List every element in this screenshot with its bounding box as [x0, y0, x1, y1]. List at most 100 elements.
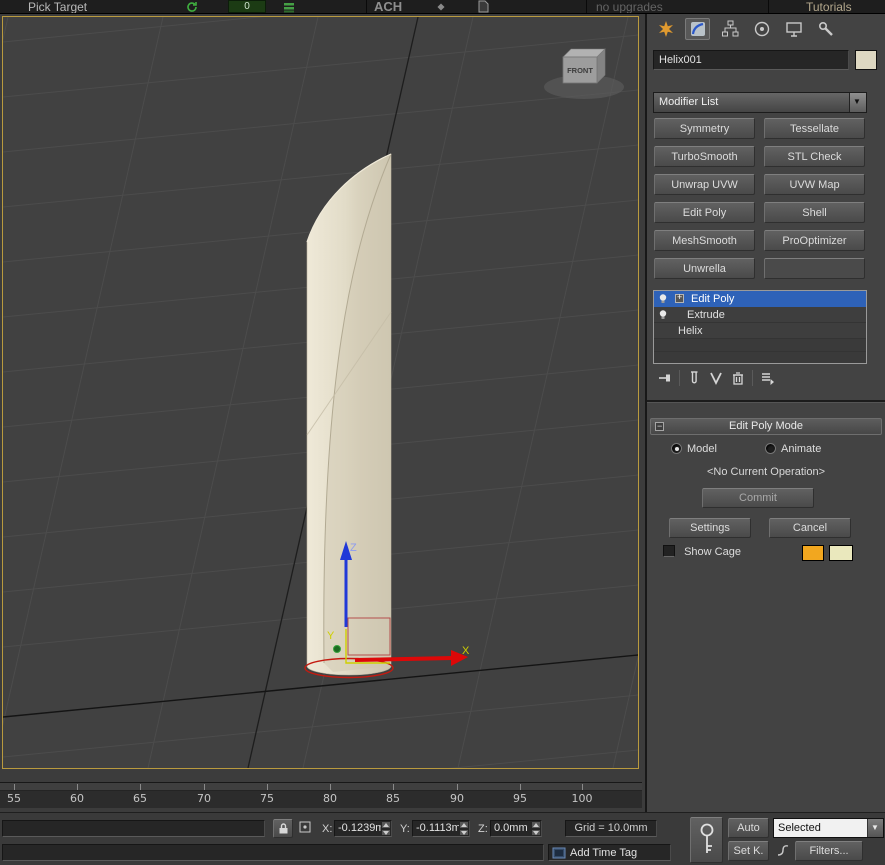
- refresh-icon[interactable]: [186, 1, 198, 14]
- z-coordinate-label: Z:: [478, 821, 488, 838]
- tab-display[interactable]: [781, 18, 806, 40]
- modifier-button-stl-check[interactable]: STL Check: [764, 146, 865, 167]
- spinner-arrows[interactable]: [531, 821, 541, 836]
- rollout-edit-poly-mode[interactable]: Edit Poly Mode: [650, 418, 882, 435]
- radio-animate[interactable]: Animate: [765, 443, 821, 455]
- command-panel: Helix001 Modifier List Symmetry Tessella…: [645, 14, 885, 812]
- viewcube[interactable]: FRONT: [544, 49, 624, 99]
- modifier-button-unwrap-uvw[interactable]: Unwrap UVW: [654, 174, 755, 195]
- page-icon[interactable]: [478, 0, 489, 14]
- viewport-canvas[interactable]: Z Y X FRONT: [3, 17, 638, 768]
- x-coordinate-label: X:: [322, 821, 332, 838]
- selection-lock-toggle[interactable]: [273, 819, 293, 838]
- auto-key-button[interactable]: Auto: [728, 818, 769, 838]
- motion-icon: [753, 20, 771, 38]
- modifier-button-edit-poly[interactable]: Edit Poly: [654, 202, 755, 223]
- create-icon: [657, 20, 675, 38]
- remove-modifier-icon[interactable]: [730, 370, 746, 386]
- display-icon: [785, 20, 803, 38]
- add-time-tag[interactable]: Add Time Tag: [548, 844, 671, 861]
- stack-item-edit-poly[interactable]: Edit Poly: [654, 291, 866, 307]
- radio-model[interactable]: Model: [671, 443, 717, 455]
- modifier-button-shell[interactable]: Shell: [764, 202, 865, 223]
- cancel-button[interactable]: Cancel: [769, 518, 851, 538]
- ruler-tick: 95: [503, 792, 537, 805]
- pin-stack-icon[interactable]: [657, 370, 673, 386]
- radio-icon[interactable]: [671, 443, 682, 454]
- object-name-field[interactable]: Helix001: [653, 50, 849, 70]
- cage-color-swatch-2[interactable]: [829, 545, 853, 561]
- y-coordinate-label: Y:: [400, 821, 410, 838]
- prompt-line-field: [2, 844, 544, 861]
- configure-modifier-sets-icon[interactable]: [759, 370, 775, 386]
- modifier-button-grid: Symmetry Tessellate TurboSmooth STL Chec…: [654, 118, 870, 279]
- stack-item-extrude[interactable]: Extrude: [654, 307, 866, 323]
- pick-target-button[interactable]: Pick Target: [28, 0, 87, 14]
- gizmo-x-axis: [355, 658, 453, 660]
- tab-motion[interactable]: [749, 18, 774, 40]
- modifier-button-symmetry[interactable]: Symmetry: [654, 118, 755, 139]
- z-coordinate-spinner[interactable]: 0.0mm: [490, 820, 542, 837]
- key-filters-button[interactable]: Filters...: [795, 841, 863, 861]
- x-coordinate-value[interactable]: -0.1239mm: [335, 821, 381, 836]
- set-key-button[interactable]: Set K.: [728, 841, 769, 861]
- command-panel-tabs: [653, 18, 838, 40]
- radio-model-label: Model: [687, 443, 717, 455]
- modifier-button-prooptimizer[interactable]: ProOptimizer: [764, 230, 865, 251]
- chevron-down-icon[interactable]: [867, 819, 883, 837]
- database-icon[interactable]: [283, 1, 295, 14]
- z-axis-label: Z: [350, 542, 357, 554]
- chevron-down-icon[interactable]: [849, 93, 866, 112]
- ruler-tick: 65: [123, 792, 157, 805]
- commit-button[interactable]: Commit: [702, 488, 814, 508]
- viewport-front[interactable]: Z Y X FRONT: [2, 16, 639, 769]
- tab-create[interactable]: [653, 18, 678, 40]
- modifier-button-turbosmooth[interactable]: TurboSmooth: [654, 146, 755, 167]
- tutorials-menu[interactable]: Tutorials: [806, 0, 852, 14]
- viewcube-front-label[interactable]: FRONT: [567, 66, 593, 75]
- visibility-bulb-icon[interactable]: [657, 309, 669, 321]
- tab-modify[interactable]: [685, 18, 710, 40]
- show-cage-label: Show Cage: [684, 546, 741, 558]
- cage-color-swatch-1[interactable]: [802, 545, 824, 561]
- stack-item-label: Extrude: [687, 309, 725, 321]
- modifier-list-dropdown[interactable]: Modifier List: [653, 92, 867, 113]
- modifier-button-meshsmooth[interactable]: MeshSmooth: [654, 230, 755, 251]
- set-keys-button[interactable]: [690, 817, 723, 863]
- key-selection-dropdown[interactable]: Selected: [773, 818, 884, 838]
- spinner-arrows[interactable]: [459, 821, 469, 836]
- modifier-button-empty[interactable]: [764, 258, 865, 279]
- track-bar-ruler[interactable]: 55 60 65 70 75 80 85 90 95 100: [0, 782, 642, 808]
- radio-icon[interactable]: [765, 443, 776, 454]
- spinner-arrows[interactable]: [381, 821, 391, 836]
- toolbar-separator: [768, 0, 769, 14]
- tangent-flyout[interactable]: [776, 844, 790, 861]
- modifier-button-unwrella[interactable]: Unwrella: [654, 258, 755, 279]
- modifier-button-tessellate[interactable]: Tessellate: [764, 118, 865, 139]
- application-window: Pick Target 0 ACH no upgrades Tutorials: [0, 0, 885, 865]
- show-end-result-icon[interactable]: [686, 370, 702, 386]
- z-coordinate-value[interactable]: 0.0mm: [491, 821, 531, 836]
- stack-item-label: Edit Poly: [691, 293, 734, 305]
- ruler-tick: 55: [0, 792, 31, 805]
- modifier-button-uvw-map[interactable]: UVW Map: [764, 174, 865, 195]
- tab-hierarchy[interactable]: [717, 18, 742, 40]
- helix-object[interactable]: [305, 154, 393, 678]
- ruler-tick: 90: [440, 792, 474, 805]
- y-coordinate-spinner[interactable]: -0.1113mm: [412, 820, 470, 837]
- operation-status-text: <No Current Operation>: [647, 466, 885, 478]
- toolbar-separator: [679, 370, 680, 386]
- object-color-swatch[interactable]: [855, 50, 877, 70]
- x-coordinate-spinner[interactable]: -0.1239mm: [334, 820, 392, 837]
- settings-button[interactable]: Settings: [669, 518, 751, 538]
- collapse-icon[interactable]: [655, 422, 664, 431]
- make-unique-icon[interactable]: [708, 370, 724, 386]
- y-coordinate-value[interactable]: -0.1113mm: [413, 821, 459, 836]
- stack-item-helix[interactable]: Helix: [654, 323, 866, 339]
- show-cage-checkbox[interactable]: [663, 545, 675, 557]
- tab-utilities[interactable]: [813, 18, 838, 40]
- absolute-mode-toggle[interactable]: [298, 820, 312, 837]
- diamond-icon[interactable]: [436, 2, 446, 14]
- visibility-bulb-icon[interactable]: [657, 293, 669, 305]
- expand-icon[interactable]: [675, 294, 684, 303]
